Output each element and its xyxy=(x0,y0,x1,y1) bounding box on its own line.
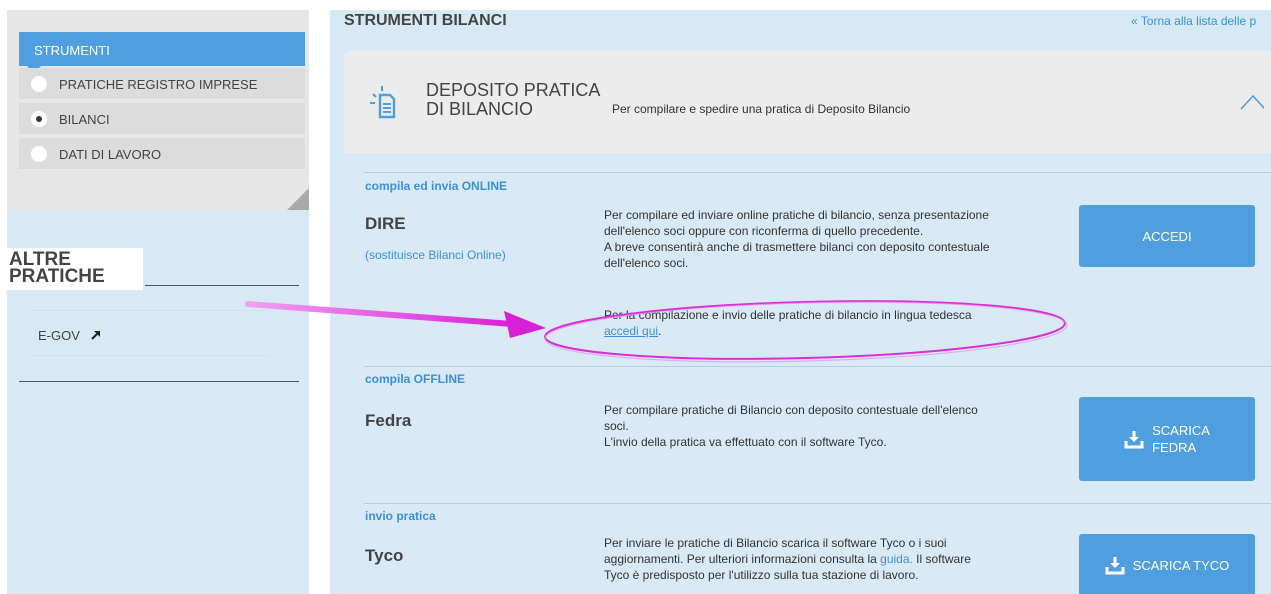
section-divider xyxy=(364,172,1271,173)
chevron-up-icon[interactable] xyxy=(1240,91,1264,115)
radio-icon[interactable] xyxy=(31,146,47,162)
egov-link[interactable]: E-GOV xyxy=(38,328,102,343)
sidebar-item-label: PRATICHE REGISTRO IMPRESE xyxy=(59,77,258,92)
divider xyxy=(19,381,299,382)
tyco-desc-line: aggiornamenti. Per ulteriori informazion… xyxy=(604,551,1054,567)
page-title: STRUMENTI BILANCI xyxy=(344,12,507,29)
tools-panel: STRUMENTI PRATICHE REGISTRO IMPRESE BILA… xyxy=(7,10,309,210)
left-sidebar: STRUMENTI PRATICHE REGISTRO IMPRESE BILA… xyxy=(7,10,309,594)
scarica-fedra-label: SCARICA FEDRA xyxy=(1152,422,1210,456)
tyco-desc-text: Il software xyxy=(912,552,971,566)
egov-label: E-GOV xyxy=(38,328,80,343)
button-line: FEDRA xyxy=(1152,440,1197,455)
radio-icon[interactable] xyxy=(31,76,47,92)
accedi-qui-link[interactable]: accedi qui xyxy=(604,324,658,338)
german-access-line: Per la compilazione e invio delle pratic… xyxy=(604,308,972,322)
dire-desc-line: dell'elenco soci. xyxy=(604,256,689,270)
section-label-online: compila ed invia ONLINE xyxy=(365,179,508,193)
dire-desc-line: Per compilare ed inviare online pratiche… xyxy=(604,208,989,222)
tyco-desc-text: aggiornamenti. Per ulteriori informazion… xyxy=(604,552,881,566)
dire-description: Per compilare ed inviare online pratiche… xyxy=(604,207,1054,271)
section-divider xyxy=(364,366,1271,367)
divider xyxy=(145,285,299,286)
divider xyxy=(29,310,269,311)
section-label-offline: compila OFFLINE xyxy=(365,372,466,386)
tyco-desc-line: Tyco è predisposto per l'utilizzo sulla … xyxy=(604,568,919,582)
product-subtitle-dire: (sostituisce Bilanci Online) xyxy=(365,248,506,262)
card-header[interactable]: DEPOSITO PRATICA DI BILANCIO Per compila… xyxy=(344,51,1271,153)
button-line: SCARICA xyxy=(1152,423,1210,438)
altre-pratiche-heading: ALTRE PRATICHE xyxy=(7,248,143,290)
scarica-tyco-label: SCARICA TYCO xyxy=(1132,557,1230,573)
product-name-fedra: Fedra xyxy=(365,411,412,430)
scarica-fedra-button[interactable]: SCARICA FEDRA xyxy=(1079,397,1255,481)
main-content: STRUMENTI BILANCI « Torna alla lista del… xyxy=(330,10,1271,594)
product-name-tyco: Tyco xyxy=(365,546,404,565)
product-name-dire: DIRE xyxy=(365,214,406,233)
tyco-desc-line: Per inviare le pratiche di Bilancio scar… xyxy=(604,536,947,550)
dire-desc-line: A breve consentirà anche di trasmettere … xyxy=(604,240,990,254)
card-title: DEPOSITO PRATICA DI BILANCIO xyxy=(426,80,600,119)
fedra-desc-line: Per compilare pratiche di Bilancio con d… xyxy=(604,403,978,417)
back-to-list-link[interactable]: « Torna alla lista delle p xyxy=(1131,14,1256,28)
download-icon xyxy=(1124,431,1144,449)
divider xyxy=(29,355,269,356)
fedra-desc-line: soci. xyxy=(604,419,629,433)
dire-desc-line: dell'elenco soci oppure con riconferma d… xyxy=(604,224,924,238)
radio-selected-icon[interactable] xyxy=(31,111,47,127)
sidebar-item-label: DATI DI LAVORO xyxy=(59,147,162,162)
sidebar-item-pratiche-registro-imprese[interactable]: PRATICHE REGISTRO IMPRESE xyxy=(19,68,305,101)
corner-fold-icon xyxy=(287,188,309,210)
tools-header: STRUMENTI xyxy=(19,32,305,73)
card-description: Per compilare e spedire una pratica di D… xyxy=(612,102,911,116)
sidebar-item-label: BILANCI xyxy=(59,112,110,127)
sidebar-item-dati-di-lavoro[interactable]: DATI DI LAVORO xyxy=(19,138,305,171)
accedi-button[interactable]: ACCEDI xyxy=(1079,205,1255,267)
external-arrow-icon xyxy=(90,331,100,340)
guida-link[interactable]: guida. xyxy=(880,552,913,566)
sidebar-item-bilanci[interactable]: BILANCI xyxy=(19,103,305,136)
download-icon xyxy=(1105,557,1125,575)
german-access-text: Per la compilazione e invio delle pratic… xyxy=(604,307,1054,339)
deposito-pratica-card: DEPOSITO PRATICA DI BILANCIO Per compila… xyxy=(344,51,1271,594)
document-icon xyxy=(370,86,396,119)
section-label-invio: invio pratica xyxy=(365,509,436,523)
fedra-desc-line: L'invio della pratica va effettuato con … xyxy=(604,435,887,449)
scarica-tyco-button[interactable]: SCARICA TYCO xyxy=(1079,534,1255,594)
punctuation: . xyxy=(658,324,662,338)
fedra-description: Per compilare pratiche di Bilancio con d… xyxy=(604,402,1054,450)
section-divider xyxy=(364,503,1271,504)
tyco-description: Per inviare le pratiche di Bilancio scar… xyxy=(604,535,1054,583)
